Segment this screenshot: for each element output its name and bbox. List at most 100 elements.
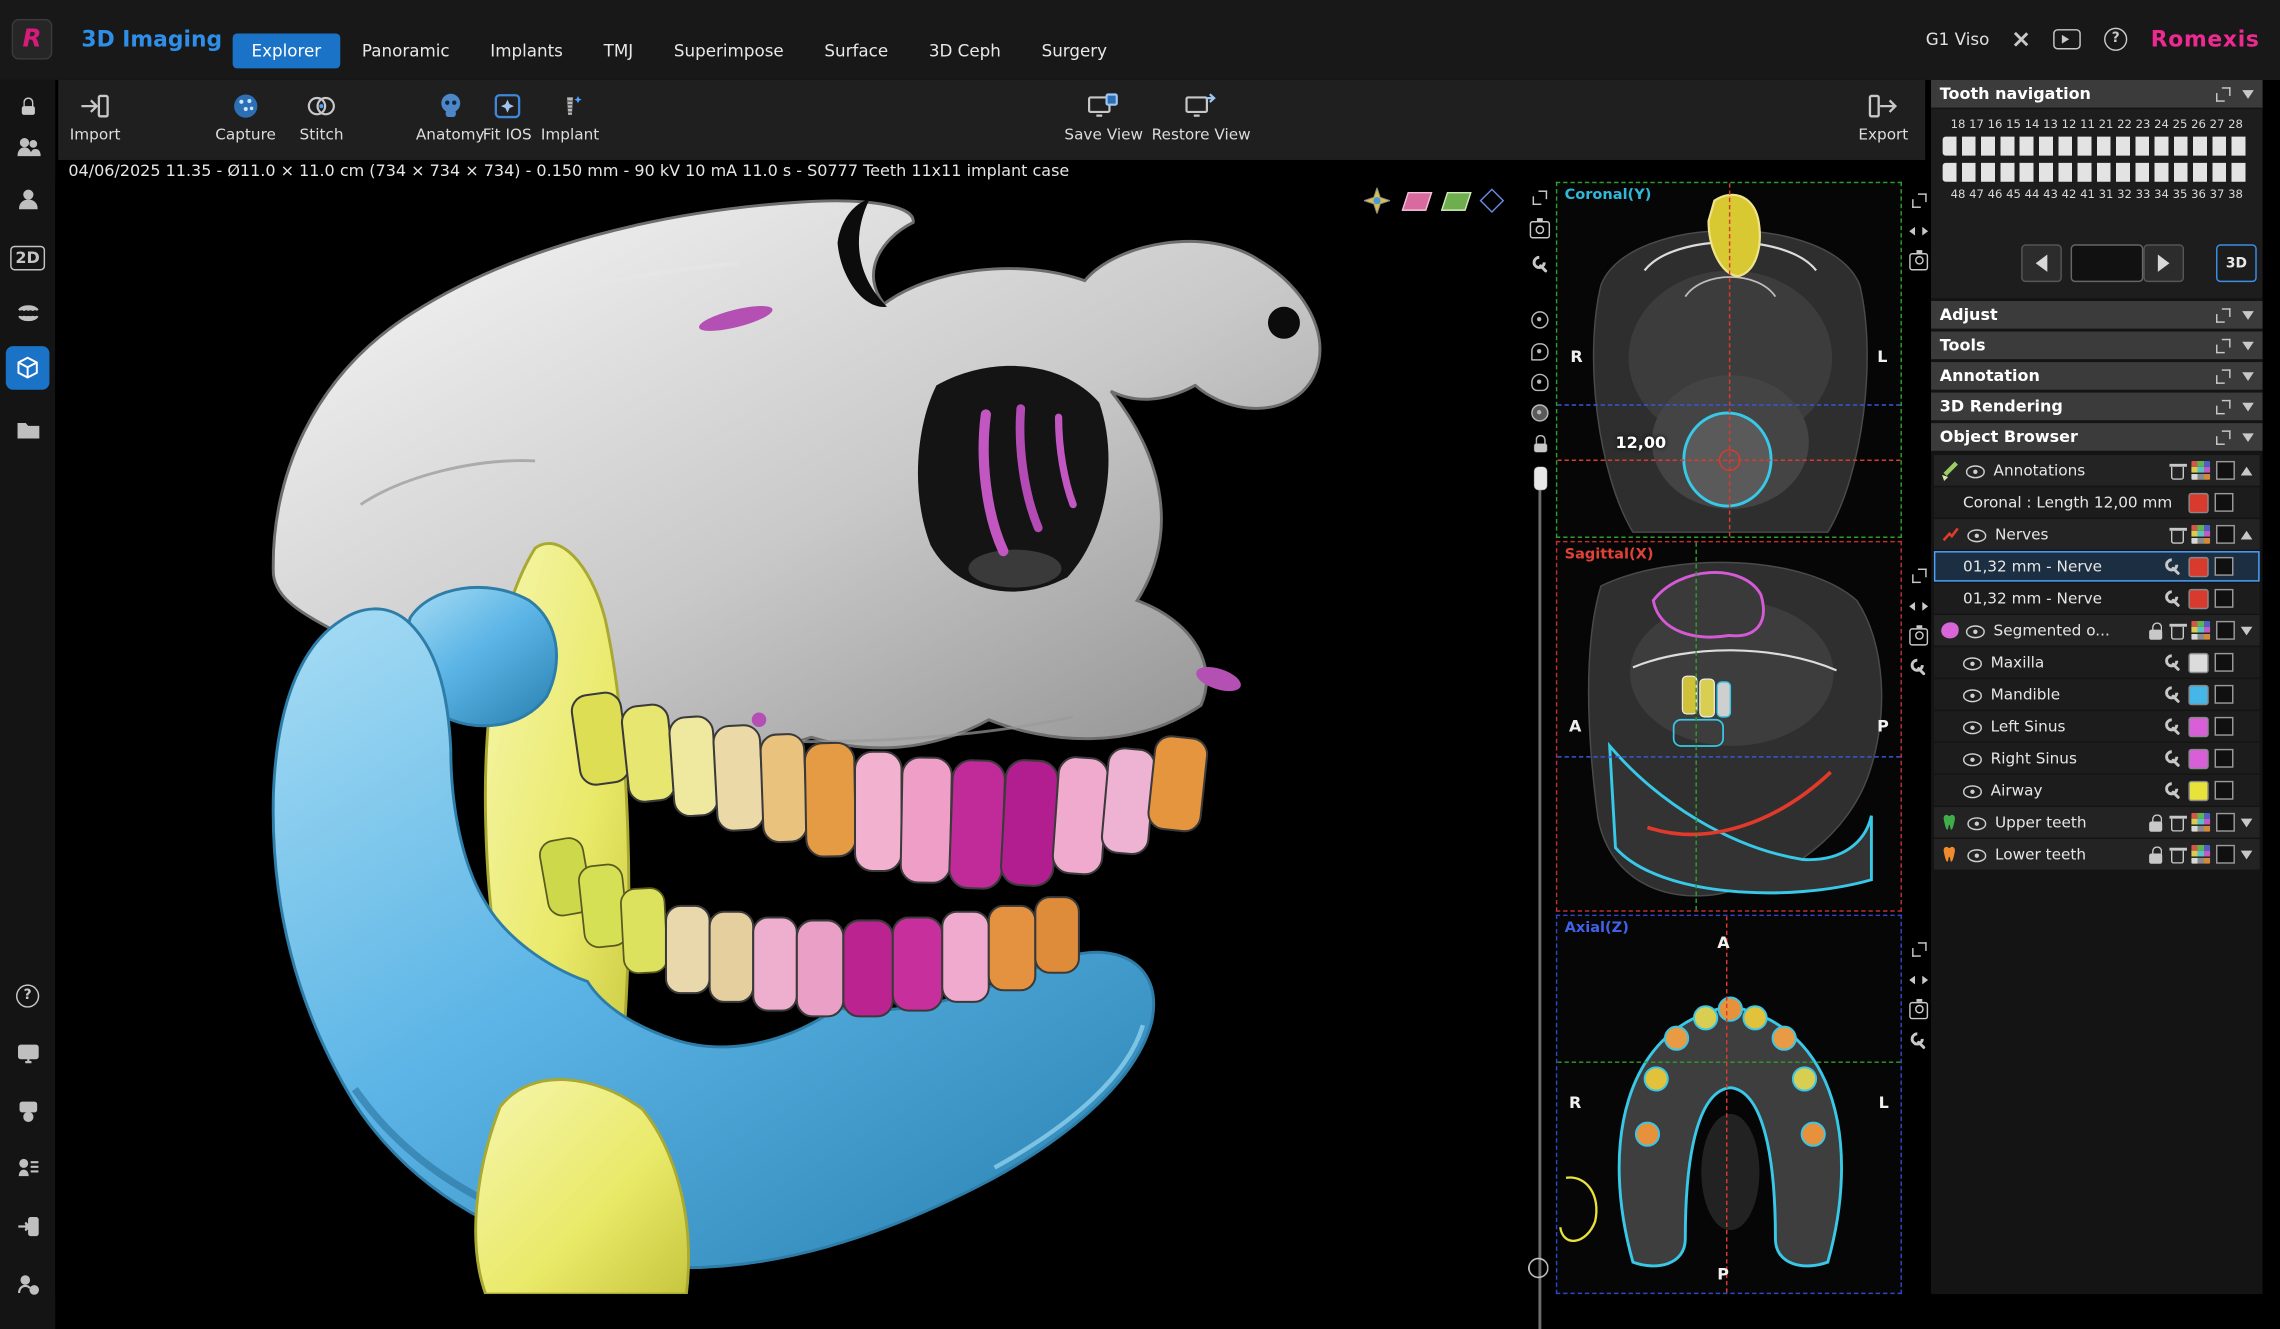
color-swatch[interactable] [2188,556,2208,576]
lock-icon[interactable] [2148,846,2164,863]
expand-icon[interactable] [2216,87,2231,102]
save-view-button[interactable]: Save View [1064,90,1143,144]
annotation-item-row[interactable]: Coronal : Length 12,00 mm [1934,487,2260,518]
color-palette-icon[interactable] [2191,845,2210,864]
3d-render[interactable] [55,182,1527,1294]
upper-teeth-group-row[interactable]: Upper teeth [1934,807,2260,838]
axial-plane-line[interactable] [1557,756,1900,757]
collapse-icon[interactable] [2241,818,2253,827]
dentition-icon[interactable] [0,289,55,336]
color-palette-icon[interactable] [2191,813,2210,832]
collapse-icon[interactable] [2242,89,2254,98]
sagittal-plane-icon[interactable] [1402,191,1433,210]
color-swatch[interactable] [2188,748,2208,768]
upper-arch-teeth[interactable] [1943,137,2251,156]
axial-flip-icon[interactable] [1909,970,1928,989]
checkbox[interactable] [2215,493,2234,512]
visibility-icon[interactable] [1967,814,1987,831]
sagittal-plane-line[interactable] [1726,916,1727,1293]
visibility-icon[interactable] [1967,526,1987,543]
app-logo[interactable]: R [12,19,53,60]
color-swatch[interactable] [2188,684,2208,704]
color-swatch[interactable] [2188,652,2208,672]
collapse-icon[interactable] [2241,530,2253,539]
delete-icon[interactable] [2169,462,2185,479]
expand-icon[interactable] [2216,399,2231,414]
coronal-plane-icon[interactable] [1441,191,1472,210]
sagittal-slice-view[interactable]: Sagittal(X) A P [1556,541,1902,912]
skull-view-icon[interactable] [1530,372,1550,392]
3d-rendering-section-header[interactable]: 3D Rendering [1931,393,2263,421]
expand-icon[interactable] [2216,369,2231,384]
render-slider-track[interactable] [1538,467,1541,1329]
lock-icon[interactable] [0,83,55,130]
checkbox[interactable] [2215,685,2234,704]
collapse-icon[interactable] [2242,372,2254,381]
visibility-icon[interactable] [1963,782,1983,799]
checkbox[interactable] [2216,845,2235,864]
checkbox[interactable] [2215,749,2234,768]
sagittal-expand-icon[interactable] [1909,566,1928,585]
coronal-plane-line[interactable] [1695,542,1696,910]
axial-snapshot-icon[interactable] [1909,1000,1928,1019]
tab-panoramic[interactable]: Panoramic [343,33,468,68]
sign-in-icon[interactable] [0,1203,55,1250]
delete-icon[interactable] [2169,622,2185,639]
edit-icon[interactable] [2164,589,2183,608]
collapse-icon[interactable] [2241,850,2253,859]
help-icon[interactable] [2104,28,2127,51]
nerve-item-row-selected[interactable]: 01,32 mm - Nerve [1934,551,2260,582]
visibility-icon[interactable] [1967,846,1987,863]
visibility-icon[interactable] [1963,750,1983,767]
tab-superimpose[interactable]: Superimpose [655,33,803,68]
axial-plane-icon[interactable] [1480,188,1505,213]
user-tasks-icon[interactable] [0,1144,55,1191]
view-settings-icon[interactable] [1530,253,1550,273]
measure-point[interactable] [1719,449,1741,471]
color-swatch[interactable] [2188,492,2208,512]
tab-tmj[interactable]: TMJ [585,33,652,68]
axial-expand-icon[interactable] [1909,939,1928,958]
patient-icon[interactable] [0,176,55,223]
checkbox[interactable] [2216,525,2235,544]
checkbox[interactable] [2216,621,2235,640]
coronal-expand-icon[interactable] [1909,190,1928,209]
color-palette-icon[interactable] [2191,525,2210,544]
sagittal-plane-line[interactable] [1729,183,1730,536]
visibility-icon[interactable] [1963,718,1983,735]
maxilla-row[interactable]: Maxilla [1934,647,2260,678]
export-button[interactable]: Export [1858,90,1908,144]
axial-slice-view[interactable]: Axial(Z) A R L P [1556,915,1902,1295]
checkbox[interactable] [2216,813,2235,832]
device-icon[interactable] [0,1088,55,1135]
tab-implants[interactable]: Implants [471,33,581,68]
clip-lock-icon[interactable] [1530,433,1550,453]
collapse-icon[interactable] [2242,402,2254,411]
expand-icon[interactable] [2216,308,2231,323]
close-icon[interactable] [2013,31,2030,48]
anatomy-button[interactable]: Anatomy [416,90,485,144]
segmented-objects-group-row[interactable]: Segmented o... [1934,615,2260,646]
axial-settings-icon[interactable] [1909,1031,1928,1050]
fit-ios-button[interactable]: Fit IOS [483,90,532,144]
comment-icon[interactable] [1530,342,1550,362]
folder-icon[interactable] [0,406,55,453]
sagittal-snapshot-icon[interactable] [1909,627,1928,646]
checkbox[interactable] [2215,781,2234,800]
checkbox[interactable] [2215,653,2234,672]
object-browser-section-header[interactable]: Object Browser [1931,423,2263,451]
implant-button[interactable]: Implant [541,90,599,144]
stitch-button[interactable]: Stitch [300,90,344,144]
next-tooth-button[interactable] [2143,244,2184,282]
restore-view-button[interactable]: Restore View [1152,90,1251,144]
edit-icon[interactable] [2164,717,2183,736]
lock-icon[interactable] [2148,814,2164,831]
coronal-slice-view[interactable]: Coronal(Y) R L 12,00 [1556,182,1902,538]
visibility-icon[interactable] [1966,622,1986,639]
delete-icon[interactable] [2169,814,2185,831]
color-palette-icon[interactable] [2191,461,2210,480]
expand-icon[interactable] [2216,430,2231,445]
orientation-widget[interactable] [1364,188,1501,214]
nerve-item-row[interactable]: 01,32 mm - Nerve [1934,583,2260,614]
lock-icon[interactable] [2148,622,2164,639]
